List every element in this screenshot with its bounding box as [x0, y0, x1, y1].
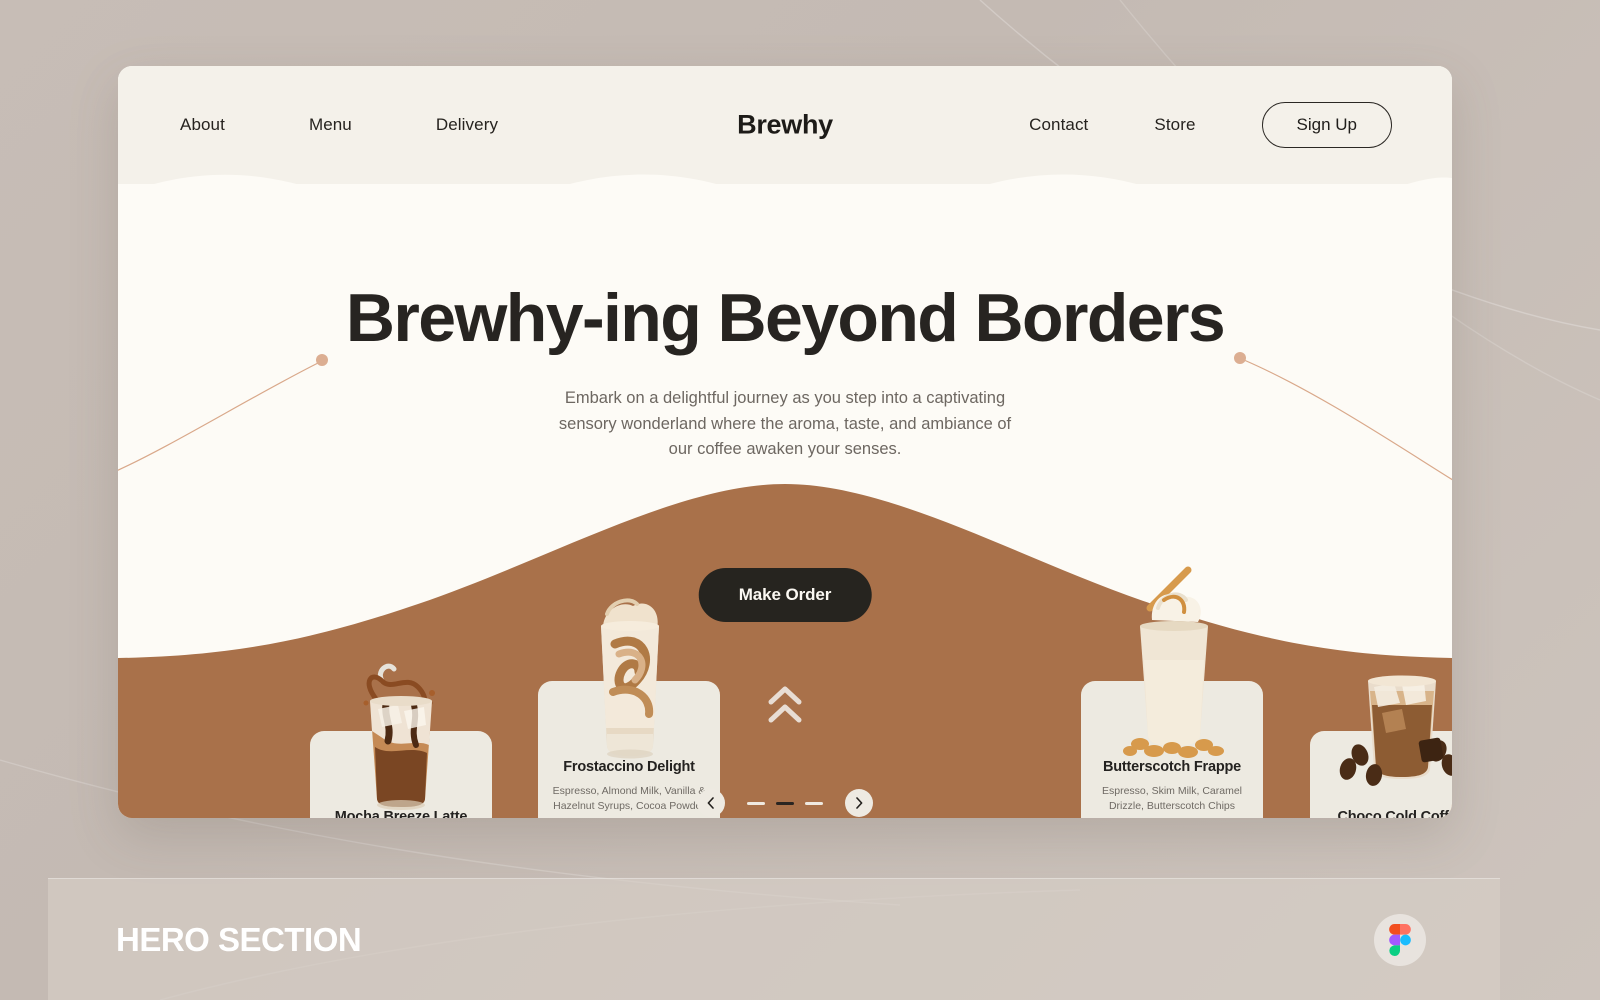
carousel-controls: [697, 789, 873, 817]
brand-logo[interactable]: Brewhy: [737, 110, 833, 141]
hero-artboard: About Menu Delivery Contact Store Sign U…: [118, 66, 1452, 818]
carousel-prev-button[interactable]: [697, 789, 725, 817]
hero-subtitle: Embark on a delightful journey as you st…: [558, 389, 1012, 459]
chevron-left-icon: [707, 797, 714, 809]
nav-link-delivery[interactable]: Delivery: [436, 115, 498, 135]
product-card[interactable]: Butterscotch Frappe Espresso, Skim Milk,…: [1081, 566, 1263, 818]
carousel-dot-2[interactable]: [776, 801, 794, 805]
product-card[interactable]: Frostaccino Delight Espresso, Almond Mil…: [538, 598, 720, 818]
product-description: Espresso, Almond Milk, Vanilla & Hazelnu…: [552, 785, 706, 813]
nav-link-menu[interactable]: Menu: [309, 115, 352, 135]
product-description: Espresso, Skim Milk, Caramel Drizzle, Bu…: [1101, 785, 1243, 813]
carousel-next-button[interactable]: [845, 789, 873, 817]
hero-section: Brewhy-ing Beyond Borders Embark on a de…: [118, 184, 1452, 818]
product-name: Choco Cold Coffee: [1337, 809, 1452, 818]
make-order-button[interactable]: Make Order: [698, 568, 872, 622]
figma-badge[interactable]: [1374, 913, 1426, 966]
product-card[interactable]: Mocha Breeze Latte Espresso, Chocolate S…: [310, 663, 492, 818]
page-title: Brewhy-ing Beyond Borders: [345, 280, 1226, 356]
carousel-dots: [747, 801, 823, 805]
product-name: Butterscotch Frappe: [1103, 759, 1241, 775]
carousel-dot-3[interactable]: [805, 801, 823, 805]
nav-left-links: About Menu Delivery: [180, 115, 498, 135]
section-label-bar: HERO SECTION: [48, 878, 1500, 1000]
product-name: Frostaccino Delight: [563, 759, 695, 775]
product-card[interactable]: Choco Cold Coffee Cold Brew Coffee, Choc…: [1310, 675, 1452, 818]
nav-link-contact[interactable]: Contact: [1029, 115, 1088, 135]
nav-link-about[interactable]: About: [180, 115, 225, 135]
carousel-dot-1[interactable]: [747, 801, 765, 805]
chevron-right-icon: [856, 797, 863, 809]
section-label: HERO SECTION: [116, 920, 362, 958]
double-chevron-up-icon[interactable]: [765, 684, 805, 726]
product-name: Mocha Breeze Latte: [334, 809, 468, 818]
sign-up-button[interactable]: Sign Up: [1261, 102, 1392, 148]
top-navigation: About Menu Delivery Contact Store Sign U…: [118, 66, 1452, 184]
nav-right-links: Contact Store Sign Up: [1029, 102, 1392, 148]
figma-icon: [1389, 923, 1411, 956]
nav-link-store[interactable]: Store: [1154, 115, 1195, 135]
